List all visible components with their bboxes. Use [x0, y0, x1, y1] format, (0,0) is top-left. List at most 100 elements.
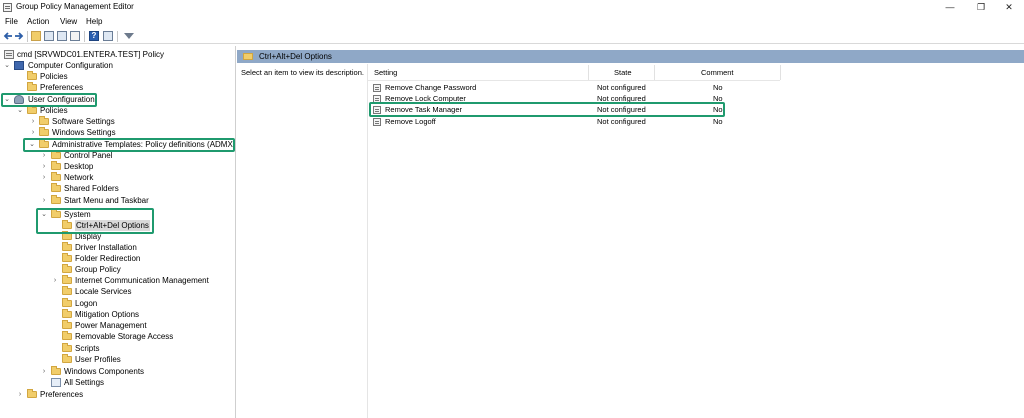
folder-icon [51, 161, 61, 170]
cell-setting: Remove Change Password [385, 83, 477, 92]
column-header-comment[interactable]: Comment [701, 67, 734, 79]
menu-action[interactable]: Action [27, 16, 49, 28]
column-separator[interactable] [780, 65, 781, 80]
tree-item-label: Preferences [40, 83, 84, 92]
tree-item-label: Software Settings [52, 117, 115, 126]
highlight-user-configuration [1, 93, 97, 107]
description-text: Select an item to view its description. [241, 68, 364, 77]
folder-icon [51, 366, 61, 375]
tree-item-label: Desktop [64, 162, 94, 171]
column-separator[interactable] [654, 65, 655, 80]
column-header-setting[interactable]: Setting [374, 67, 397, 79]
highlight-administrative-templates [23, 138, 235, 152]
folder-icon [62, 286, 72, 295]
folder-icon [62, 231, 72, 240]
tree-item-label: Windows Settings [52, 128, 116, 137]
folder-icon [62, 320, 72, 329]
folder-icon [62, 309, 72, 318]
tree-item-label: Folder Redirection [75, 254, 141, 263]
folder-icon [51, 183, 61, 192]
folder-icon [62, 343, 72, 352]
tree-item-label: cmd [SRVWDC01.ENTERA.TEST] Policy [17, 50, 164, 59]
toolbar-separator [27, 31, 28, 42]
show-hide-tree-icon[interactable] [44, 31, 54, 41]
cell-state: Not configured [597, 117, 646, 126]
column-separator[interactable] [588, 65, 589, 80]
chevron-right-icon[interactable]: › [40, 195, 48, 206]
policy-icon [4, 50, 14, 59]
forward-arrow-icon[interactable] [14, 31, 24, 41]
folder-icon [27, 71, 37, 80]
chevron-right-icon[interactable]: › [29, 127, 37, 138]
tree-item-label: Network [64, 173, 94, 182]
console-view-icon[interactable] [103, 31, 113, 41]
cell-comment: No [713, 117, 723, 126]
tree-item-label: Start Menu and Taskbar [64, 196, 149, 205]
menu-file[interactable]: File [5, 16, 18, 28]
menu-help[interactable]: Help [86, 16, 102, 28]
tree-item-label: Windows Components [64, 367, 145, 376]
filter-icon[interactable] [124, 33, 134, 39]
tree-item-label: Logon [75, 299, 98, 308]
header-divider [368, 80, 780, 81]
folder-icon [27, 82, 37, 91]
maximize-button[interactable]: ❐ [966, 0, 996, 16]
column-header-state[interactable]: State [614, 67, 632, 79]
cell-comment: No [713, 83, 723, 92]
chevron-right-icon[interactable]: › [40, 172, 48, 183]
folder-icon [27, 105, 37, 114]
back-arrow-icon[interactable] [3, 31, 13, 41]
policy-setting-icon [373, 118, 381, 126]
table-row[interactable]: Remove Logoff Not configured No [373, 116, 773, 127]
tree-item-label: Shared Folders [64, 184, 119, 193]
tree-item-label: All Settings [64, 378, 105, 387]
pane-divider[interactable] [367, 64, 368, 418]
folder-icon [62, 331, 72, 340]
folder-icon [51, 150, 61, 159]
policy-setting-icon [373, 84, 381, 92]
folder-icon [62, 298, 72, 307]
help-icon[interactable]: ? [89, 31, 99, 41]
up-folder-icon[interactable] [31, 31, 41, 41]
chevron-right-icon[interactable]: › [51, 275, 59, 286]
minimize-button[interactable]: — [935, 0, 965, 16]
tree-item-label: Locale Services [75, 287, 132, 296]
tree-item-label: User Profiles [75, 355, 121, 364]
tree-item-label: Driver Installation [75, 243, 137, 252]
export-list-icon[interactable] [70, 31, 80, 41]
chevron-right-icon[interactable]: › [40, 161, 48, 172]
folder-icon [39, 116, 49, 125]
chevron-right-icon[interactable]: › [29, 116, 37, 127]
app-icon [3, 3, 12, 12]
details-pane: Ctrl+Alt+Del Options Select an item to v… [237, 46, 1024, 418]
folder-icon [39, 127, 49, 136]
properties-icon[interactable] [57, 31, 67, 41]
cell-state: Not configured [597, 83, 646, 92]
details-header-title: Ctrl+Alt+Del Options [259, 52, 332, 61]
table-row[interactable]: Remove Change Password Not configured No [373, 82, 773, 93]
chevron-right-icon[interactable]: › [16, 389, 24, 400]
tree-item-label: Removable Storage Access [75, 332, 174, 341]
chevron-right-icon[interactable]: › [40, 366, 48, 377]
folder-icon [62, 253, 72, 262]
close-button[interactable]: ✕ [994, 0, 1024, 16]
highlight-remove-task-manager [369, 102, 725, 117]
menu-view[interactable]: View [60, 16, 77, 28]
details-header: Ctrl+Alt+Del Options [237, 50, 1024, 63]
toolbar-separator [84, 31, 85, 42]
tree-pane[interactable]: cmd [SRVWDC01.ENTERA.TEST] Policy ⌄ Comp… [0, 46, 236, 418]
tree-item-label: Scripts [75, 344, 100, 353]
toolbar: ? [0, 29, 1024, 44]
folder-icon [27, 389, 37, 398]
folder-icon [62, 275, 72, 284]
tree-item-label: Preferences [40, 390, 84, 399]
chevron-down-icon[interactable]: ⌄ [3, 60, 11, 71]
tree-item-label: Policies [40, 72, 68, 81]
tree-item-label: Computer Configuration [28, 61, 113, 70]
title-bar: Group Policy Management Editor — ❐ ✕ [0, 0, 1024, 16]
tree-item-label: Group Policy [75, 265, 121, 274]
highlight-system-ctrl-alt-del [36, 208, 154, 234]
toolbar-separator [117, 31, 118, 42]
folder-icon [51, 195, 61, 204]
folder-icon [51, 172, 61, 181]
